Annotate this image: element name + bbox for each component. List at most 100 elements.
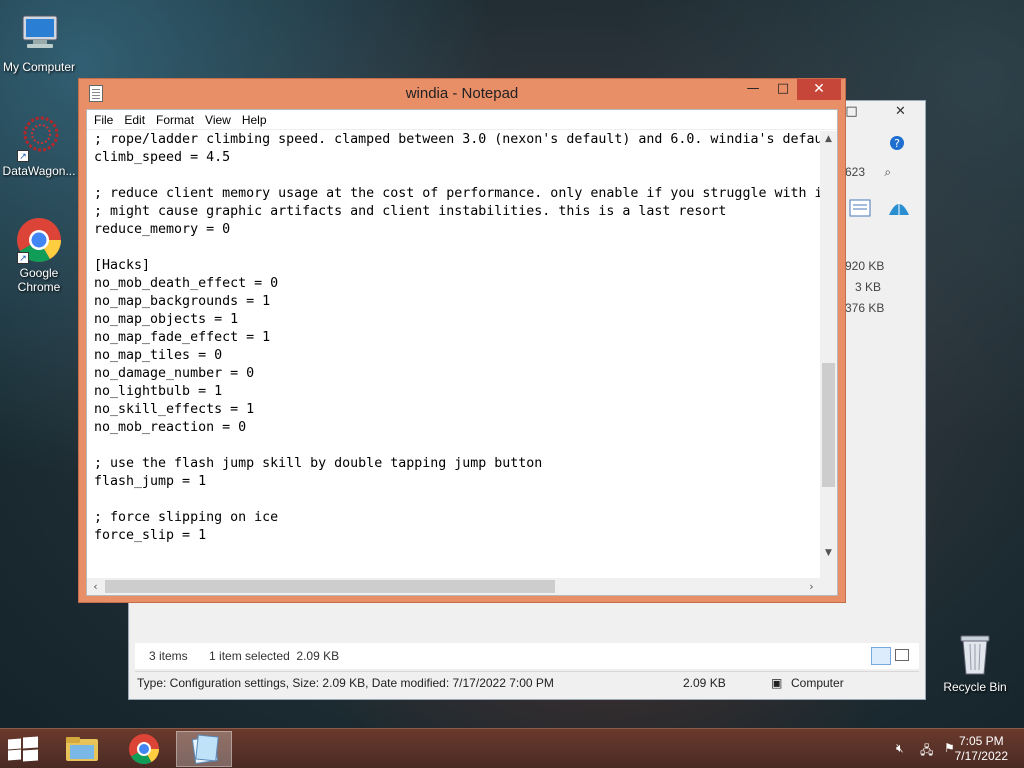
shortcut-arrow-icon: ↗ bbox=[17, 252, 29, 264]
text-line bbox=[94, 437, 820, 455]
text-line bbox=[94, 167, 820, 185]
chrome-icon: ↗ bbox=[15, 216, 63, 264]
search-text: 623 bbox=[845, 165, 866, 179]
file-details: Type: Configuration settings, Size: 2.09… bbox=[137, 676, 554, 690]
text-line bbox=[94, 239, 820, 257]
text-line: flash_jump = 1 bbox=[94, 474, 207, 489]
menu-file[interactable]: File bbox=[89, 110, 119, 129]
text-line: no_skill_effects = 1 bbox=[94, 402, 255, 417]
chrome-icon bbox=[129, 734, 159, 765]
selection-info: 1 item selected 2.09 KB bbox=[209, 649, 340, 663]
computer-small-icon: ▣ bbox=[771, 676, 783, 690]
file-size-cell: 920 KB bbox=[845, 259, 885, 273]
details-location: Computer bbox=[791, 676, 844, 690]
menu-format[interactable]: Format bbox=[151, 110, 200, 129]
text-line: no_lightbulb = 1 bbox=[94, 384, 223, 399]
scroll-right-icon[interactable]: › bbox=[803, 578, 820, 595]
menu-help[interactable]: Help bbox=[237, 110, 273, 129]
windows-logo-icon bbox=[8, 738, 21, 750]
folder-icon bbox=[66, 737, 98, 761]
taskbar-chrome[interactable] bbox=[116, 731, 172, 767]
text-editor[interactable]: ; rope/ladder climbing speed. clamped be… bbox=[94, 131, 820, 577]
computer-icon bbox=[15, 10, 63, 58]
desktop-icon-google-chrome[interactable]: ↗ Google Chrome bbox=[0, 216, 78, 294]
text-line: ; force slipping on ice bbox=[94, 510, 279, 525]
minimize-button[interactable]: — bbox=[739, 79, 767, 100]
text-line: ; reduce client memory usage at the cost… bbox=[94, 186, 820, 201]
windows-logo-pane bbox=[23, 736, 38, 749]
horizontal-scroll-thumb[interactable] bbox=[105, 580, 555, 593]
text-line: climb_speed = 4.5 bbox=[94, 150, 231, 165]
explorer-details-bar: Type: Configuration settings, Size: 2.09… bbox=[135, 671, 919, 693]
desktop-icon-label: My Computer bbox=[2, 60, 76, 74]
text-line: no_map_tiles = 0 bbox=[94, 348, 223, 363]
horizontal-scrollbar[interactable]: ‹ › bbox=[87, 578, 822, 595]
text-line: force_slip = 1 bbox=[94, 528, 207, 543]
svg-text:?: ? bbox=[894, 137, 900, 150]
vertical-scrollbar[interactable]: ▲ ▼ bbox=[820, 131, 837, 579]
windows-logo-pane bbox=[8, 749, 21, 761]
taskbar: 🔇︎ 🖧︎ ⚑ 7:05 PM 7/17/2022 bbox=[0, 728, 1024, 768]
search-box-partial[interactable]: 623 ⌕ bbox=[845, 165, 891, 180]
vertical-scroll-thumb[interactable] bbox=[822, 363, 835, 487]
shell-icon[interactable] bbox=[887, 197, 911, 222]
desktop-icon-label: Google Chrome bbox=[17, 266, 61, 294]
notepad-titlebar[interactable]: windia - Notepad — □ ✕ bbox=[79, 79, 845, 109]
text-line: reduce_memory = 0 bbox=[94, 222, 231, 237]
text-line: no_map_fade_effect = 1 bbox=[94, 330, 271, 345]
scroll-up-icon[interactable]: ▲ bbox=[820, 131, 837, 148]
text-line: no_damage_number = 0 bbox=[94, 366, 255, 381]
close-button[interactable]: ✕ bbox=[797, 79, 841, 100]
text-line: no_map_backgrounds = 1 bbox=[94, 294, 271, 309]
windows-logo-pane bbox=[23, 749, 38, 762]
volume-muted-icon[interactable]: 🔇︎ bbox=[896, 741, 904, 756]
shortcut-arrow-icon: ↗ bbox=[17, 150, 29, 162]
action-center-flag-icon[interactable]: ⚑ bbox=[944, 741, 955, 755]
menu-view[interactable]: View bbox=[200, 110, 237, 129]
file-size-cell: 3 KB bbox=[855, 280, 882, 294]
text-line bbox=[94, 491, 820, 509]
scroll-left-icon[interactable]: ‹ bbox=[87, 578, 104, 595]
clock-date: 7/17/2022 bbox=[954, 749, 1008, 763]
details-view-icon[interactable] bbox=[871, 647, 891, 665]
menu-edit[interactable]: Edit bbox=[119, 110, 151, 129]
taskbar-notepad[interactable] bbox=[176, 731, 232, 767]
notepad-icon bbox=[191, 734, 219, 764]
notepad-client-area: File Edit Format View Help ; rope/ladder… bbox=[86, 109, 838, 596]
taskbar-file-explorer[interactable] bbox=[54, 731, 110, 767]
maximize-button[interactable]: □ bbox=[769, 79, 797, 100]
text-line: no_mob_death_effect = 0 bbox=[94, 276, 279, 291]
desktop-icon-recycle-bin[interactable]: Recycle Bin bbox=[936, 630, 1014, 694]
scrollbar-corner bbox=[820, 578, 837, 595]
text-line: no_mob_reaction = 0 bbox=[94, 420, 247, 435]
items-count: 3 items bbox=[149, 649, 188, 663]
clock[interactable]: 7:05 PM 7/17/2022 bbox=[955, 734, 1008, 764]
desktop-icon-label: Recycle Bin bbox=[943, 680, 1007, 694]
window-title: windia - Notepad bbox=[405, 85, 519, 102]
help-icon[interactable]: ? bbox=[889, 135, 905, 154]
search-icon: ⌕ bbox=[884, 165, 892, 179]
explorer-close-button[interactable]: ✕ bbox=[876, 101, 925, 123]
start-button[interactable] bbox=[8, 736, 38, 762]
desktop-icon-label: DataWagon... bbox=[2, 164, 76, 178]
file-size-cell: 376 KB bbox=[845, 301, 885, 315]
scroll-down-icon[interactable]: ▼ bbox=[820, 545, 837, 562]
datawagon-icon: ↗ bbox=[15, 114, 63, 162]
desktop-icon-datawagon[interactable]: ↗ DataWagon... bbox=[0, 114, 78, 178]
text-line: [Hacks] bbox=[94, 258, 151, 273]
explorer-status-bar: 3 items 1 item selected 2.09 KB bbox=[135, 643, 919, 669]
recycle-bin-icon bbox=[951, 630, 999, 678]
text-line: ; rope/ladder climbing speed. clamped be… bbox=[94, 132, 820, 147]
text-line: ; might cause graphic artifacts and clie… bbox=[94, 204, 727, 219]
notepad-window[interactable]: windia - Notepad — □ ✕ File Edit Format … bbox=[78, 78, 846, 603]
details-size: 2.09 KB bbox=[683, 676, 726, 690]
preview-pane-icon[interactable] bbox=[849, 199, 871, 220]
text-line: ; use the flash jump skill by double tap… bbox=[94, 456, 543, 471]
text-line: no_map_objects = 1 bbox=[94, 312, 239, 327]
network-icon[interactable]: 🖧︎ bbox=[920, 741, 933, 762]
large-icons-view-icon[interactable] bbox=[895, 649, 909, 661]
clock-time: 7:05 PM bbox=[958, 734, 1004, 748]
system-tray: 🔇︎ 🖧︎ ⚑ 7:05 PM 7/17/2022 bbox=[864, 729, 1024, 768]
desktop-icon-my-computer[interactable]: My Computer bbox=[0, 10, 78, 74]
menu-bar: File Edit Format View Help bbox=[87, 110, 837, 130]
